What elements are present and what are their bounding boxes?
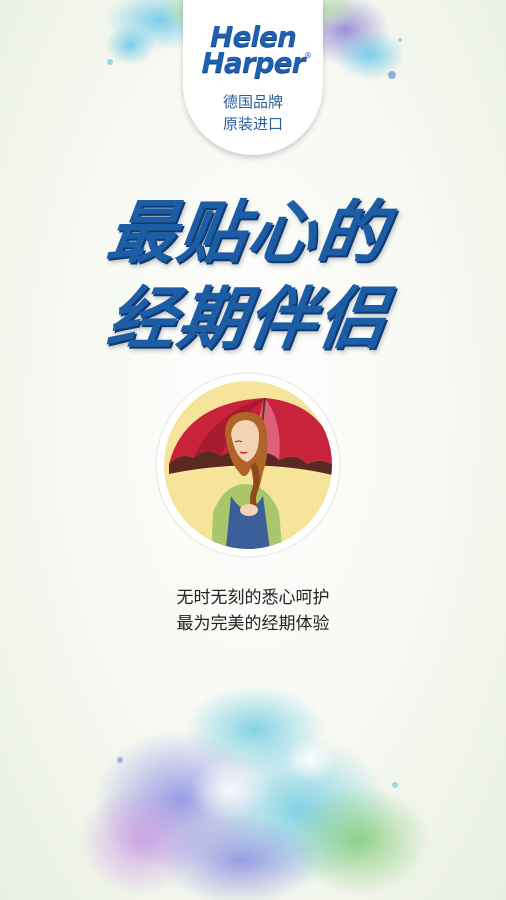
tagline-line2: 最为完美的经期体验 bbox=[176, 614, 330, 634]
brand-name-line2: Harper bbox=[201, 46, 306, 79]
watercolor-flower-bottom bbox=[80, 685, 430, 900]
registered-mark: ® bbox=[304, 51, 312, 60]
umbrella-woman-illustration bbox=[155, 372, 341, 558]
headline-line2: 经期伴侣 bbox=[102, 280, 394, 359]
brand-logo-badge: Helen Harper ® 德国品牌 原装进口 bbox=[183, 0, 323, 155]
origin-text-line2: 原装进口 bbox=[222, 115, 283, 133]
tagline-line1: 无时无刻的悉心呵护 bbox=[176, 588, 330, 608]
headline-line1: 最贴心的 bbox=[102, 194, 394, 273]
origin-text-line1: 德国品牌 bbox=[222, 93, 283, 111]
